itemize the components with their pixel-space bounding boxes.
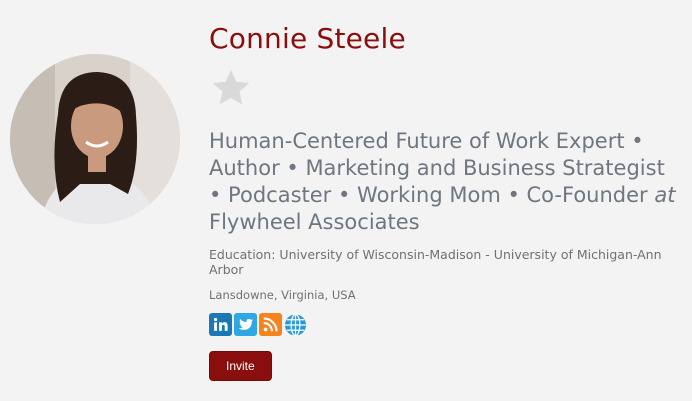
profile-headline: Human-Centered Future of Work Expert • A… [209,128,679,236]
headline-text: Human-Centered Future of Work Expert • A… [209,129,665,207]
education-text: Education: University of Wisconsin-Madis… [209,247,662,277]
profile-name: Connie Steele [209,22,406,55]
linkedin-icon[interactable] [209,313,232,336]
star-icon[interactable] [209,66,253,110]
globe-icon[interactable] [284,313,307,336]
headline-company: Flywheel Associates [209,210,420,234]
twitter-icon[interactable] [234,313,257,336]
profile-details: Connie Steele Human-Centered Future of W… [209,20,679,381]
avatar [10,54,180,224]
social-links [209,313,679,337]
rss-icon[interactable] [259,313,282,336]
location-text: Lansdowne, Virginia, USA [209,288,356,302]
invite-button[interactable]: Invite [209,351,272,381]
profile-card: Connie Steele Human-Centered Future of W… [0,0,692,401]
headline-at: at [654,183,676,207]
